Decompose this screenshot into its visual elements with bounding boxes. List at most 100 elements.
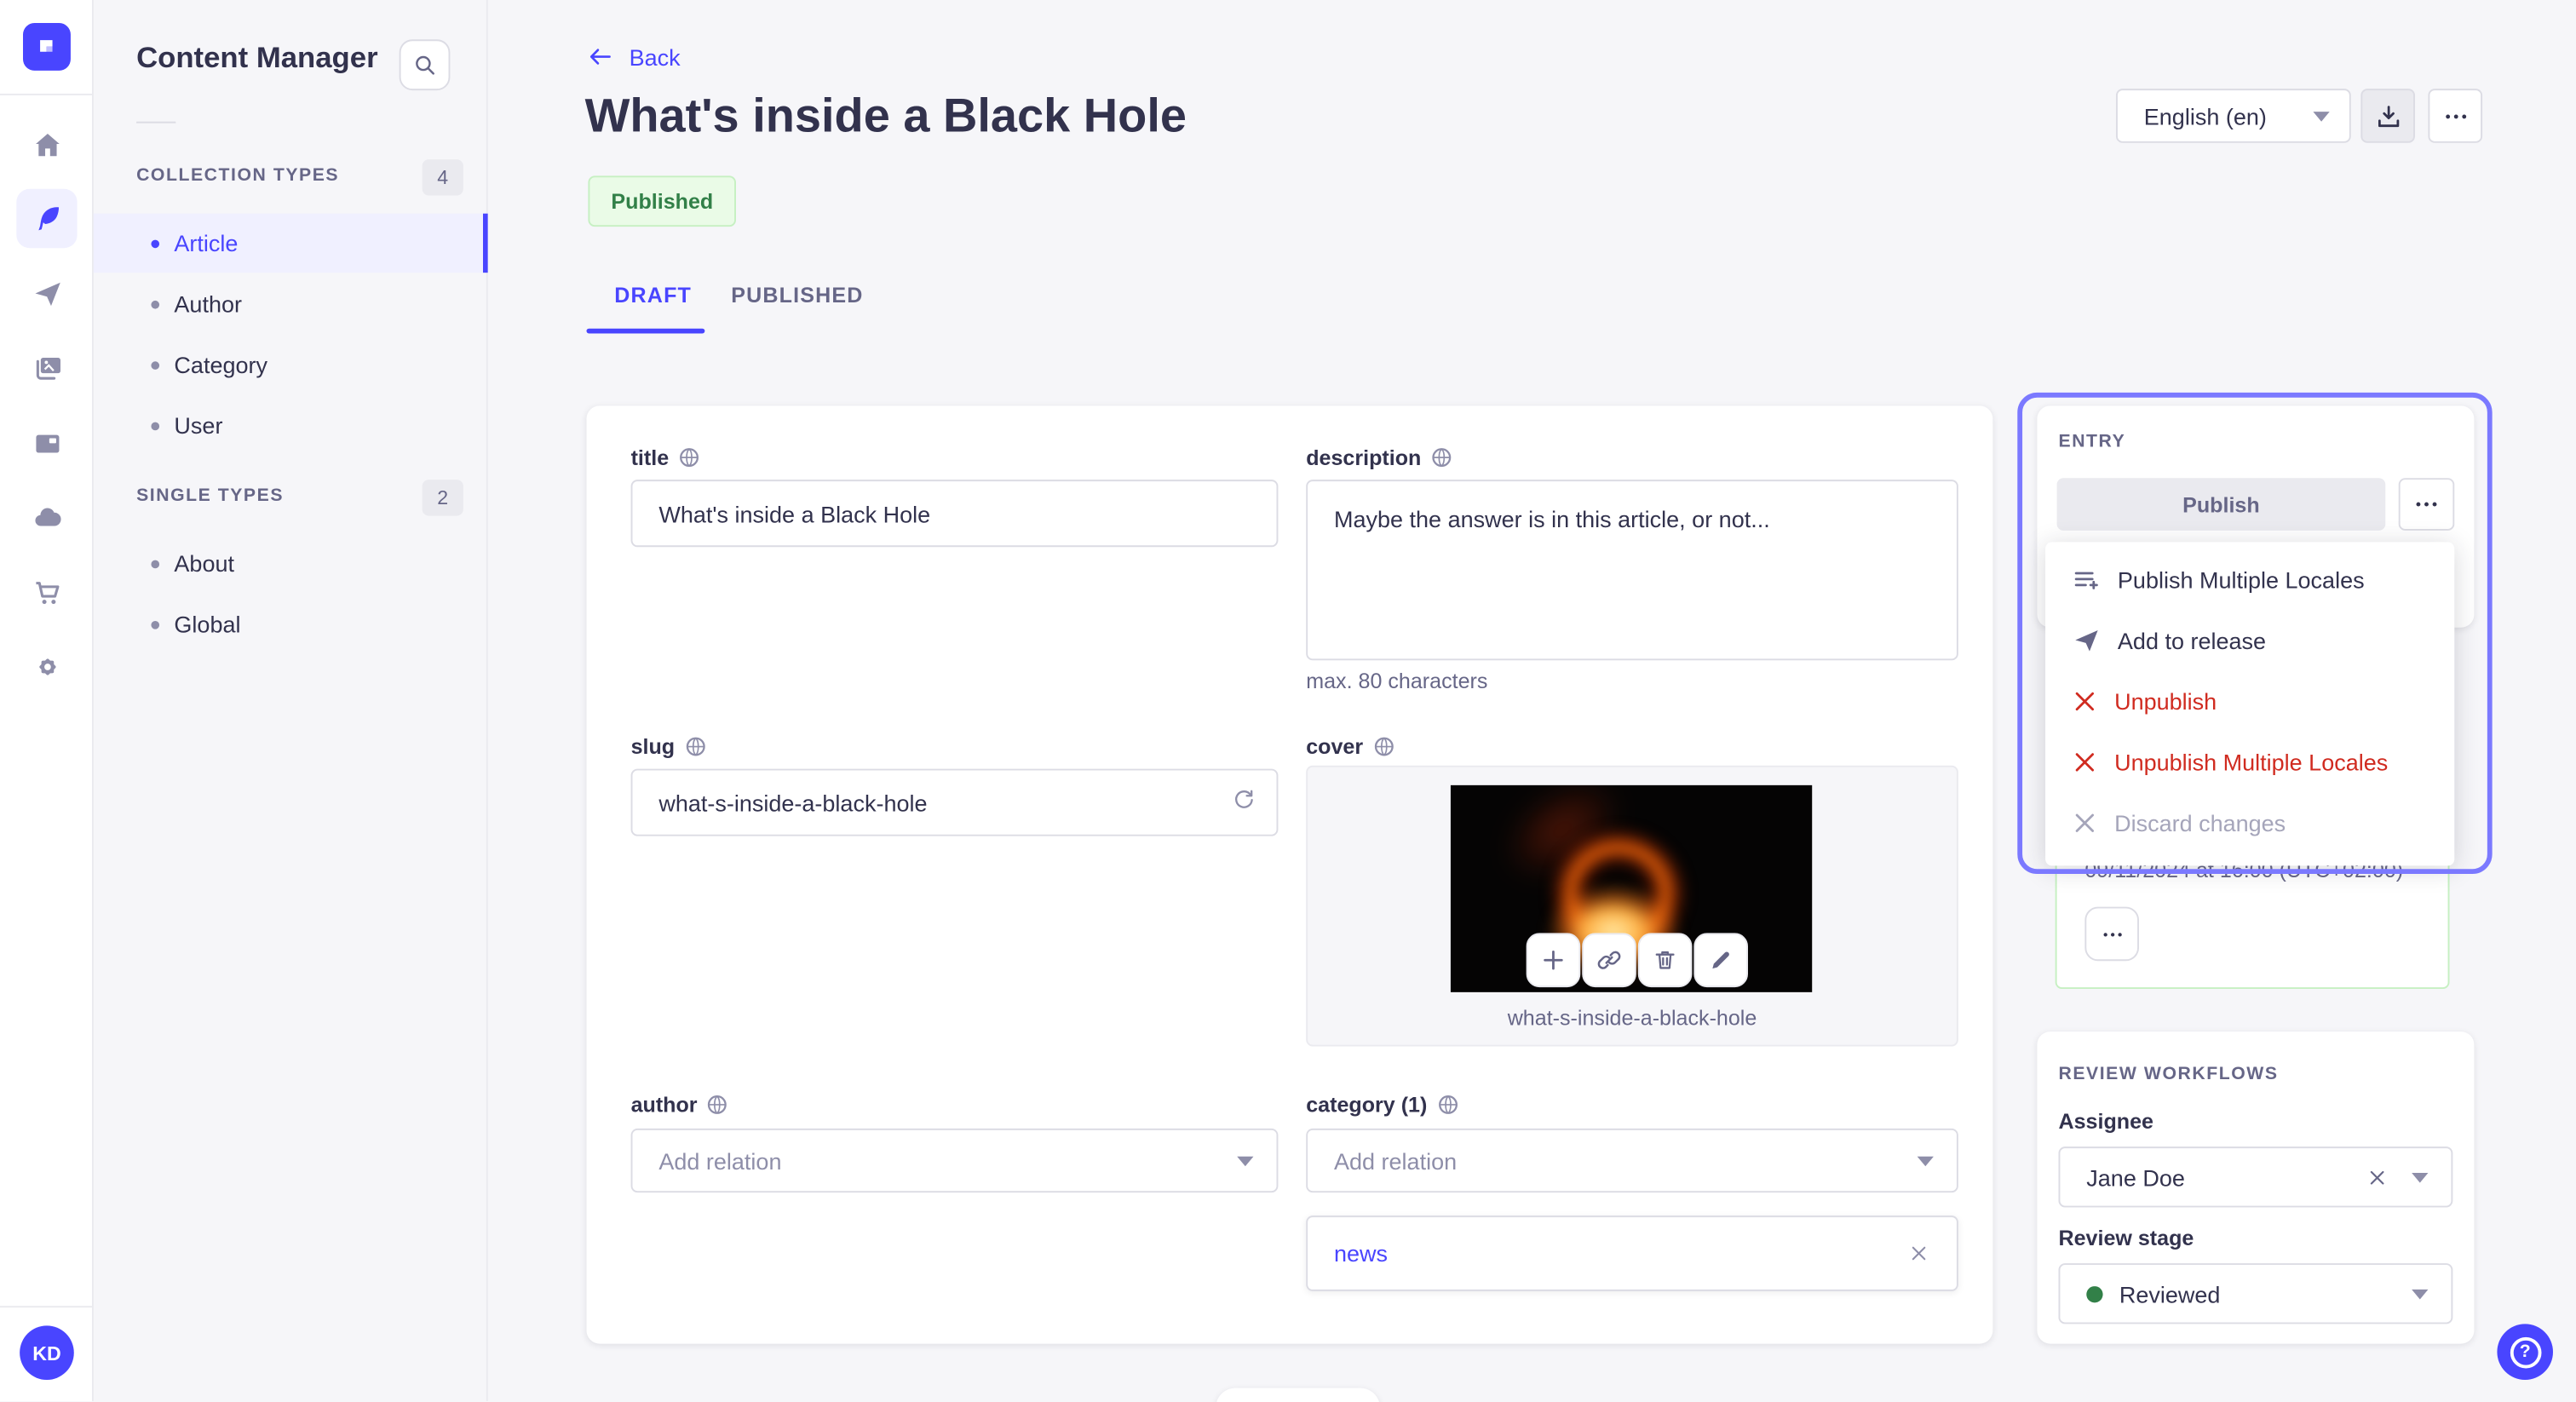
subnav-item-about[interactable]: About: [94, 534, 488, 593]
author-relation-select[interactable]: Add relation: [630, 1128, 1279, 1193]
locale-value: English (en): [2143, 102, 2267, 129]
user-avatar[interactable]: KD: [20, 1325, 74, 1380]
subnav-item-global[interactable]: Global: [94, 595, 488, 653]
link-icon: [1597, 951, 1621, 969]
cross-icon: [2072, 748, 2098, 774]
export-button[interactable]: [2360, 89, 2415, 143]
rail-bottom-divider: [0, 1306, 92, 1308]
sidebar-item-deploy[interactable]: [16, 488, 77, 547]
menu-item-unpublish[interactable]: Unpublish: [2045, 670, 2454, 731]
chevron-down-icon: [1237, 1155, 1254, 1166]
menu-item-add-to-release[interactable]: Add to release: [2045, 609, 2454, 669]
menu-item-unpublish-multiple-locales[interactable]: Unpublish Multiple Locales: [2045, 731, 2454, 791]
close-icon: [2370, 1169, 2384, 1184]
page-title: What's inside a Black Hole: [584, 90, 1187, 143]
stage-status-dot: [2086, 1285, 2103, 1302]
bullet-icon: [151, 238, 160, 248]
subnav-item-category[interactable]: Category: [94, 335, 488, 394]
main-content: Back What's inside a Black Hole Publishe…: [487, 0, 2576, 1402]
close-icon: [1912, 1246, 1926, 1261]
globe-icon: [679, 447, 700, 468]
globe-icon: [685, 736, 706, 757]
release-more-button[interactable]: [2084, 906, 2139, 962]
help-button[interactable]: ?: [2497, 1324, 2553, 1380]
slug-input[interactable]: [630, 768, 1279, 836]
assignee-select[interactable]: Jane Doe: [2058, 1146, 2453, 1208]
title-input[interactable]: [630, 480, 1279, 548]
subnav-item-user[interactable]: User: [94, 396, 488, 455]
globe-icon: [1431, 447, 1452, 468]
home-icon: [35, 133, 59, 157]
cloud-icon: [34, 508, 60, 526]
description-textarea[interactable]: Maybe the answer is in this article, or …: [1306, 480, 1958, 661]
assignee-value: Jane Doe: [2086, 1164, 2185, 1191]
tab-published[interactable]: PUBLISHED: [731, 283, 863, 307]
cover-field-label: cover: [1306, 734, 1394, 759]
icon-rail: KD: [0, 0, 94, 1402]
tab-draft[interactable]: DRAFT: [614, 283, 692, 307]
category-relation-item: news: [1306, 1215, 1958, 1291]
locale-select[interactable]: English (en): [2115, 89, 2351, 143]
sidebar-item-marketplace[interactable]: [16, 563, 77, 622]
section-collection-types: COLLECTION TYPES: [136, 165, 340, 186]
app: KD Content Manager COLLECTION TYPES 4 Ar…: [0, 0, 2576, 1402]
active-tab-underline: [586, 328, 705, 334]
cross-icon: [2072, 809, 2098, 836]
chevron-down-icon: [2412, 1172, 2429, 1182]
globe-icon: [1373, 736, 1394, 757]
cover-add-button[interactable]: [1526, 933, 1581, 988]
publish-button[interactable]: Publish: [2056, 478, 2386, 531]
review-workflows-heading: REVIEW WORKFLOWS: [2058, 1064, 2279, 1084]
subnav-item-article[interactable]: Article: [93, 213, 488, 273]
subnav-item-label: Author: [174, 290, 242, 318]
back-label: Back: [629, 43, 681, 70]
sidebar-item-content-manager[interactable]: [16, 188, 78, 249]
feather-icon: [37, 207, 59, 231]
cover-media-card: what-s-inside-a-black-hole: [1306, 765, 1958, 1047]
sidebar-item-content-type-builder[interactable]: [16, 414, 77, 473]
review-stage-select[interactable]: Reviewed: [2058, 1263, 2453, 1324]
subnav-item-author[interactable]: Author: [94, 274, 488, 333]
author-field-label: author: [631, 1092, 729, 1117]
subnav-item-label: Global: [174, 611, 241, 638]
more-dots-icon: [2416, 502, 2437, 507]
edit-form-card: title description Maybe the answer is in…: [586, 405, 1993, 1344]
remove-relation-button[interactable]: [1907, 1242, 1930, 1265]
cover-edit-button[interactable]: [1693, 933, 1748, 988]
chevron-down-icon: [1917, 1155, 1934, 1166]
description-field-label: description: [1306, 445, 1452, 470]
slug-field-label: slug: [631, 734, 706, 759]
review-stage-label: Review stage: [2058, 1225, 2194, 1250]
back-link[interactable]: Back: [586, 43, 681, 71]
subnav-item-label: Category: [174, 351, 267, 378]
search-button[interactable]: [399, 39, 451, 91]
question-mark-icon: ?: [2509, 1336, 2541, 1368]
category-chip-news[interactable]: news: [1334, 1240, 1388, 1267]
regenerate-slug-button[interactable]: [1230, 787, 1256, 822]
entry-heading: ENTRY: [2058, 432, 2126, 452]
download-icon: [2378, 105, 2399, 127]
cross-icon: [2072, 687, 2098, 714]
cover-filename: what-s-inside-a-black-hole: [1507, 1005, 1757, 1031]
menu-item-discard-changes[interactable]: Discard changes: [2045, 792, 2454, 853]
list-locales-icon: [2072, 564, 2102, 594]
category-relation-select[interactable]: Add relation: [1306, 1128, 1958, 1193]
header-more-button[interactable]: [2428, 89, 2483, 143]
sidebar-item-media-library[interactable]: [16, 338, 77, 397]
sidebar-item-home[interactable]: [16, 115, 77, 174]
clear-assignee-button[interactable]: [2366, 1165, 2389, 1188]
trash-icon: [1655, 951, 1675, 969]
assignee-label: Assignee: [2058, 1108, 2153, 1134]
arrow-left-icon: [589, 49, 611, 65]
sidebar-item-releases[interactable]: [16, 264, 77, 323]
bullet-icon: [151, 299, 160, 308]
sidebar-item-settings[interactable]: [16, 637, 77, 696]
strapi-logo[interactable]: [22, 22, 71, 71]
cover-delete-button[interactable]: [1637, 933, 1693, 988]
description-hint: max. 80 characters: [1306, 668, 1488, 693]
subnav-item-label: About: [174, 550, 235, 577]
cover-copy-link-button[interactable]: [1582, 933, 1636, 988]
cart-icon: [35, 582, 59, 605]
entry-more-button[interactable]: [2398, 478, 2455, 531]
menu-item-publish-multiple-locales[interactable]: Publish Multiple Locales: [2045, 549, 2454, 609]
